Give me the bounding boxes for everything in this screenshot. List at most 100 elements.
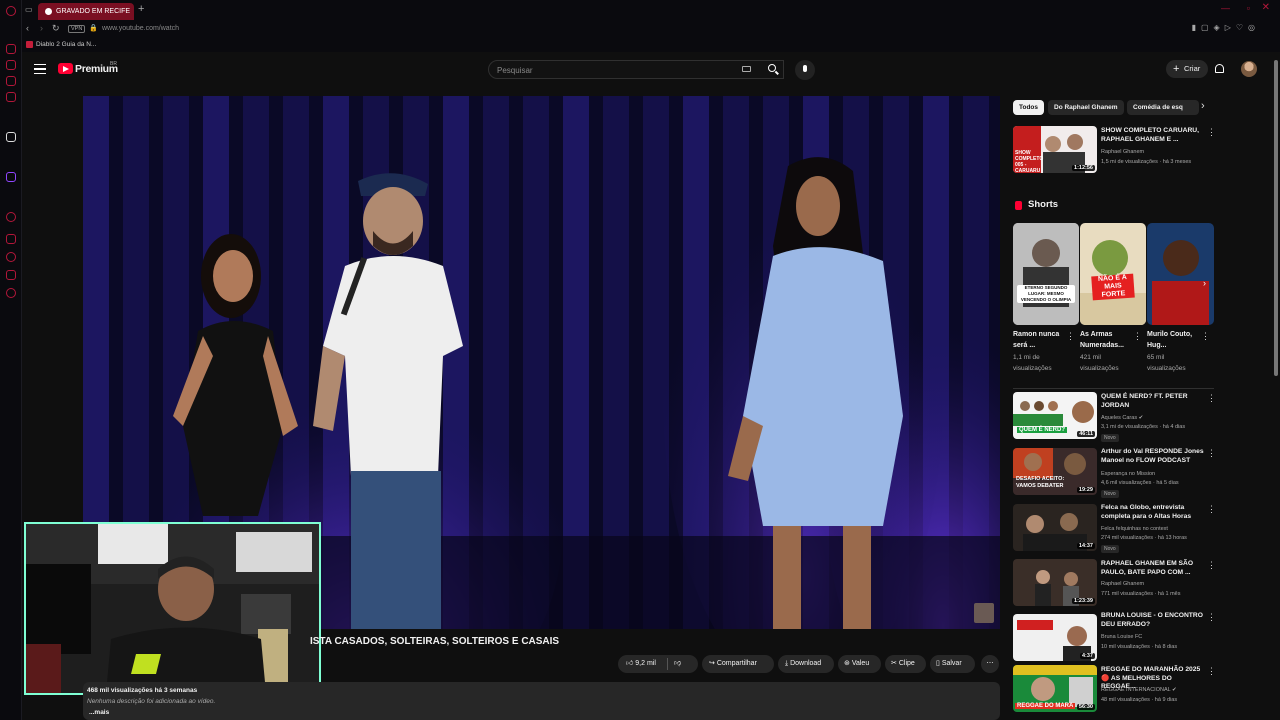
voice-search-button[interactable] — [795, 60, 815, 80]
rec-channel[interactable]: Raphael Ghanem — [1101, 148, 1205, 156]
short-menu-button[interactable] — [1066, 331, 1075, 343]
rec-channel[interactable]: Raphael Ghanem — [1101, 580, 1205, 588]
rec-channel[interactable]: Felca felquinhas no context — [1101, 525, 1205, 533]
rec-title[interactable]: BRUNA LOUISE - O ENCONTRO DEU ERRADO? — [1101, 612, 1205, 629]
sidebar-downloads-icon[interactable] — [6, 234, 16, 244]
rec-title[interactable]: Arthur do Val RESPONDE Jones Manoel no F… — [1101, 448, 1205, 465]
rec-meta: 274 mil visualizações · há 13 horas — [1101, 535, 1187, 541]
chip-channel[interactable]: Do Raphael Ghanem — [1048, 100, 1124, 115]
duration: 46:11 — [1077, 431, 1095, 437]
short-thumbnail[interactable]: ETERNO SEGUNDO LUGAR: MESMO VENCENDO O O… — [1013, 223, 1079, 325]
rec-thumbnail[interactable]: REGGAE DO MARA 56:30 — [1013, 665, 1097, 712]
rec-channel[interactable]: Aqueles Caras ✔ — [1101, 414, 1205, 422]
rec-thumbnail[interactable]: 4:37 — [1013, 614, 1097, 661]
back-icon[interactable]: ‹ — [26, 23, 29, 33]
sidebar-extensions-icon[interactable] — [6, 270, 16, 280]
download-button[interactable]: ⤓ Download — [778, 655, 834, 673]
search-button[interactable] — [764, 60, 782, 79]
share-button[interactable]: ↪ Compartilhar — [702, 655, 774, 673]
rec-meta: 4,6 mil visualizações · há 5 dias — [1101, 480, 1179, 486]
like-button[interactable]: 👍︎ 9,2 mil — [626, 660, 656, 667]
rec-channel[interactable]: REGGAE INTERNACIONAL ✔ — [1101, 686, 1205, 694]
menu-icon[interactable] — [34, 64, 46, 74]
close-window-icon[interactable]: ✕ — [1262, 2, 1270, 13]
url-text[interactable]: www.youtube.com/watch — [102, 25, 179, 32]
chip-all[interactable]: Todos — [1013, 100, 1045, 115]
shorts-next-icon[interactable]: › — [1203, 278, 1206, 288]
rec-title[interactable]: Felca na Globo, entrevista completa para… — [1101, 504, 1205, 521]
rec-channel[interactable]: Esperança no Mission — [1101, 470, 1205, 478]
rec-thumbnail[interactable]: QUEM É NERD? 46:11 — [1013, 392, 1097, 439]
channel-watermark[interactable] — [974, 603, 994, 623]
sidebar-home-icon[interactable] — [6, 44, 16, 54]
sidebar-bookmarks-icon[interactable] — [6, 76, 16, 86]
rec-menu-button[interactable] — [1207, 127, 1216, 139]
search-input[interactable] — [497, 64, 737, 76]
short-title[interactable]: Murilo Couto, Hug... — [1147, 329, 1199, 351]
minimize-icon[interactable]: — — [1221, 3, 1230, 13]
rec-menu-button[interactable] — [1207, 612, 1216, 624]
rec-title[interactable]: SHOW COMPLETO CARUARU, RAPHAEL GHANEM E … — [1101, 127, 1205, 144]
rec-thumbnail[interactable]: DESAFIO ACEITO: VAMOS DEBATER 19:29 — [1013, 448, 1097, 495]
chip-next-icon[interactable]: › — [1201, 100, 1205, 112]
tab-active[interactable]: GRAVADO EM RECIFE — [38, 3, 134, 20]
webcam-frame — [26, 524, 319, 693]
reload-icon[interactable]: ↻ — [52, 23, 60, 34]
rec-thumbnail[interactable]: SHOW COMPLETO 005 - CARUARU 1:12:56 — [1013, 126, 1097, 173]
description-box[interactable]: 468 mil visualizações há 3 semanas Nenhu… — [83, 682, 1000, 720]
rec-title[interactable]: RAPHAEL GHANEM EM SÃO PAULO, BATE PAPO C… — [1101, 560, 1205, 577]
rec-menu-button[interactable] — [1207, 666, 1216, 678]
short-title[interactable]: As Armas Numeradas... — [1080, 329, 1132, 351]
rec-thumbnail[interactable]: 1:23:39 — [1013, 559, 1097, 606]
rec-thumbnail[interactable]: 14:37 — [1013, 504, 1097, 551]
short-thumbnail[interactable]: › — [1147, 223, 1214, 325]
short-views: 65 mil visualizações — [1147, 354, 1186, 372]
thumbnail-text: QUEM É NERD? — [1017, 427, 1068, 433]
thanks-button[interactable]: ⊛ Valeu — [838, 655, 881, 673]
rec-title[interactable]: QUEM É NERD? FT. PETER JORDAN — [1101, 393, 1205, 410]
plus-icon: + — [1173, 63, 1180, 75]
clip-button[interactable]: ✂ Clipe — [885, 655, 926, 673]
short-menu-button[interactable] — [1201, 331, 1210, 343]
rec-meta: 10 mil visualizações · há 8 dias — [1101, 644, 1178, 650]
rec-menu-button[interactable] — [1207, 393, 1216, 405]
sidebar-messenger-icon[interactable] — [6, 92, 16, 102]
show-more-link[interactable]: ...mais — [89, 709, 109, 716]
save-button[interactable]: ▯ Salvar — [930, 655, 975, 673]
vpn-badge[interactable]: VPN — [68, 25, 86, 33]
keyboard-icon[interactable] — [742, 66, 751, 72]
dislike-button[interactable]: 👎︎ — [674, 655, 681, 673]
rec-menu-button[interactable] — [1207, 504, 1216, 516]
search-box — [488, 60, 784, 79]
short-thumbnail[interactable]: NÃO É A MAIS FORTE — [1080, 223, 1146, 325]
bookmark-item[interactable]: Diablo 2 Guia da N... — [36, 41, 96, 48]
tab-list-icon[interactable]: ▭ — [25, 5, 33, 14]
short-title[interactable]: Ramon nunca será ... — [1013, 329, 1065, 351]
thumbs-up-icon: 👍︎ — [626, 660, 634, 667]
avatar[interactable] — [1241, 61, 1257, 77]
rec-menu-button[interactable] — [1207, 448, 1216, 460]
sidebar-twitch-icon[interactable] — [6, 172, 16, 182]
create-button[interactable]: + Criar — [1166, 60, 1208, 78]
sidebar-settings-icon[interactable] — [6, 288, 16, 298]
youtube-logo-icon[interactable] — [58, 63, 73, 74]
forward-icon[interactable]: › — [40, 23, 43, 33]
rec-menu-button[interactable] — [1207, 560, 1216, 572]
page-scrollbar[interactable] — [1274, 60, 1278, 376]
chip-comedy[interactable]: Comédia de esq — [1127, 100, 1199, 115]
notifications-bell-icon[interactable] — [1215, 64, 1224, 73]
sidebar-ai-icon[interactable] — [6, 132, 16, 142]
rec-channel[interactable]: Bruna Louise FC — [1101, 633, 1205, 641]
new-tab-icon[interactable]: + — [138, 3, 144, 15]
sidebar-clock-icon[interactable] — [6, 252, 16, 262]
more-actions-button[interactable]: ⋯ — [981, 655, 999, 673]
maximize-icon[interactable]: ▫ — [1247, 3, 1250, 13]
short-thumb-text: ETERNO SEGUNDO LUGAR: MESMO VENCENDO O O… — [1017, 285, 1075, 303]
toolbar-icons[interactable]: ▮▢◈▷♡◎ — [1192, 23, 1260, 32]
opera-logo-icon[interactable] — [6, 6, 16, 16]
sidebar-history-icon[interactable] — [6, 212, 16, 222]
search-icon — [768, 64, 776, 72]
sidebar-store-icon[interactable] — [6, 60, 16, 70]
new-badge: Novo — [1101, 490, 1119, 498]
short-menu-button[interactable] — [1133, 331, 1142, 343]
